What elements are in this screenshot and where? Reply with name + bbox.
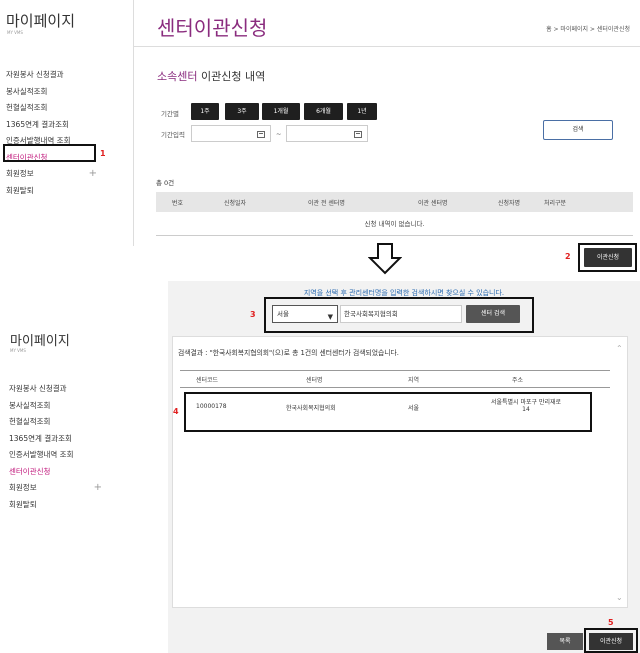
highlight-box-2 [578, 243, 637, 272]
column-header-center-name: 센터명 [306, 377, 323, 384]
list-button[interactable]: 목록 [547, 633, 583, 650]
logo-title: 마이페이지 [10, 334, 70, 349]
sidebar-menu: 자원봉사 신청결과 봉사실적조회 헌혈실적조회 1365연계 결과조회 인증서발… [9, 381, 104, 513]
center-name-input[interactable]: 한국사회복지협의회 [340, 305, 462, 323]
sidebar-item-service-record[interactable]: 봉사실적조회 [6, 84, 102, 101]
highlight-box-4 [184, 392, 592, 432]
sidebar-item-blood-record[interactable]: 헌혈실적조회 [9, 414, 104, 431]
column-header-to-center: 이관 센터명 [418, 200, 448, 207]
date-range-separator: ~ [276, 130, 282, 138]
highlight-box-1 [3, 144, 96, 162]
search-button[interactable]: 검색 [543, 120, 613, 140]
period-1week-button[interactable]: 1주 [191, 103, 219, 120]
sidebar-item-service-record[interactable]: 봉사실적조회 [9, 398, 104, 415]
sidebar-item-1365-result[interactable]: 1365연계 결과조회 [9, 431, 104, 448]
region-select-value: 서울 [277, 310, 289, 318]
period-label: 기간별 [161, 110, 179, 118]
scroll-up-icon[interactable]: ⌃ [616, 344, 623, 353]
period-3week-button[interactable]: 3주 [225, 103, 259, 120]
result-table-header: 센터코드 센터명 지역 주소 [180, 370, 610, 388]
column-header-region: 지역 [408, 377, 420, 384]
step-marker-5: 5 [608, 618, 614, 627]
column-header-status: 처리구분 [544, 200, 567, 207]
table-header: 번호 신청일자 이관 전 센터명 이관 센터명 신청자명 처리구분 [156, 192, 633, 212]
center-search-button[interactable]: 센터 검색 [466, 305, 520, 323]
sidebar-item-blood-record[interactable]: 헌혈실적조회 [6, 100, 102, 117]
sidebar-item-volunteer-result[interactable]: 자원봉사 신청결과 [6, 67, 102, 84]
sidebar-item-withdraw[interactable]: 회원탈퇴 [6, 183, 102, 200]
step-marker-4: 4 [173, 407, 179, 416]
section-title-rest: 이관신청 내역 [197, 70, 266, 83]
sidebar-item-center-transfer[interactable]: 센터이관신청 [9, 464, 104, 481]
period-1year-button[interactable]: 1년 [347, 103, 377, 120]
region-select[interactable]: 서울 ▼ [272, 305, 338, 323]
section-title-highlight: 소속센터 [157, 70, 198, 83]
sidebar-menu: 자원봉사 신청결과 봉사실적조회 헌혈실적조회 1365연계 결과조회 인증서발… [6, 67, 102, 199]
column-header-from-center: 이관 전 센터명 [308, 200, 345, 207]
column-header-address: 주소 [512, 377, 524, 384]
period-6month-button[interactable]: 6개월 [304, 103, 343, 120]
sidebar-item-label: 회원정보 [6, 169, 34, 178]
sidebar-divider [133, 0, 134, 246]
plus-icon[interactable]: + [89, 166, 97, 183]
step-marker-2: 2 [565, 252, 571, 261]
sidebar-item-withdraw[interactable]: 회원탈퇴 [9, 497, 104, 514]
highlight-box-5 [584, 628, 638, 653]
result-message: 검색결과 : "한국사회복지협의회"(으)로 총 1건의 센터센터가 검색되었습… [178, 349, 399, 357]
calendar-icon[interactable] [354, 131, 362, 138]
plus-icon[interactable]: + [94, 480, 102, 497]
date-range-label: 기간입력 [161, 131, 185, 139]
section-title: 소속센터 이관신청 내역 [157, 68, 265, 84]
empty-message: 신청 내역이 없습니다. [156, 212, 633, 236]
scroll-down-icon[interactable]: ⌄ [616, 593, 623, 602]
logo-title: 마이페이지 [6, 12, 76, 30]
sidebar-item-member-info[interactable]: 회원정보 + [9, 480, 104, 497]
title-divider [134, 46, 640, 47]
sidebar-item-certificate-history[interactable]: 인증서발행내역 조회 [9, 447, 104, 464]
sidebar-item-label: 회원정보 [9, 483, 37, 492]
page-title: 센터이관신청 [157, 16, 268, 40]
column-header-applicant: 신청자명 [498, 200, 521, 207]
total-count: 총 0건 [156, 179, 175, 187]
column-header-center-code: 센터코드 [196, 377, 219, 384]
calendar-icon[interactable] [257, 131, 265, 138]
down-arrow-icon [368, 243, 402, 275]
chevron-down-icon: ▼ [327, 313, 333, 321]
breadcrumb: 홈 > 마이페이지 > 센터이관신청 [546, 26, 630, 33]
start-date-input[interactable] [191, 125, 271, 142]
step-marker-1: 1 [100, 149, 106, 158]
sidebar-item-1365-result[interactable]: 1365연계 결과조회 [6, 117, 102, 134]
end-date-input[interactable] [286, 125, 368, 142]
logo-subtitle: MY VMS [7, 30, 23, 35]
logo-subtitle: MY VMS [10, 348, 26, 353]
sidebar-item-member-info[interactable]: 회원정보 + [6, 166, 102, 183]
period-1month-button[interactable]: 1개월 [262, 103, 300, 120]
column-header-date: 신청일자 [224, 200, 247, 207]
step-marker-3: 3 [250, 310, 256, 319]
sidebar-item-volunteer-result[interactable]: 자원봉사 신청결과 [9, 381, 104, 398]
column-header-no: 번호 [172, 200, 184, 207]
